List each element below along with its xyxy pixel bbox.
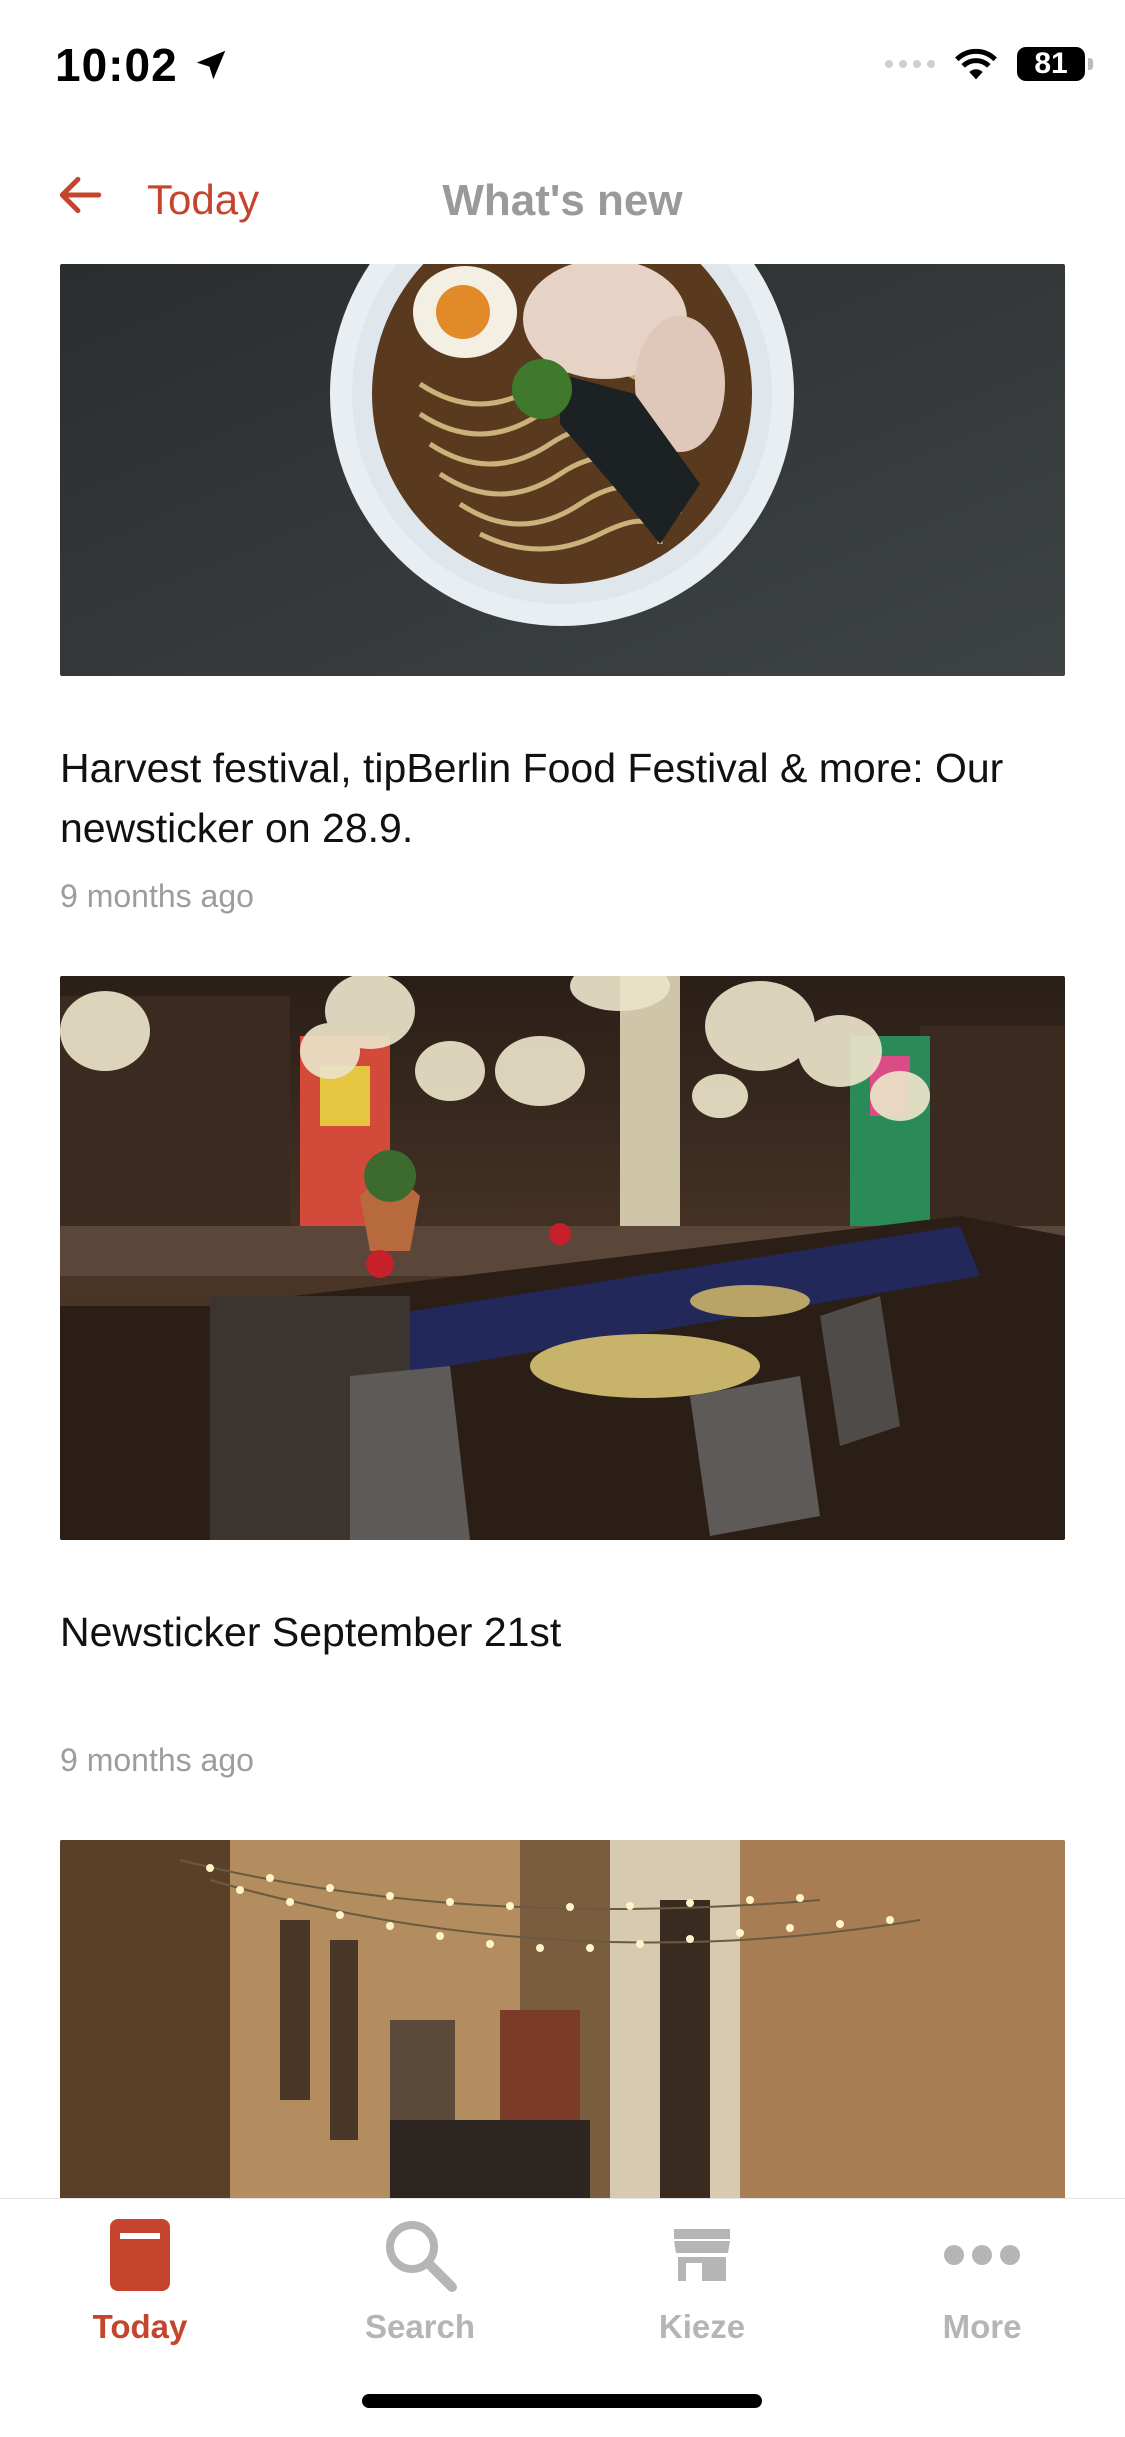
tab-more[interactable]: More [882, 2210, 1082, 2346]
tab-label: Kieze [658, 2308, 746, 2345]
courtyard-dining-photo [60, 1840, 1065, 2200]
battery-level: 81 [1034, 47, 1068, 80]
page-title: What's new [442, 176, 683, 225]
cell-signal-icon [885, 60, 935, 68]
tab-label: Search [364, 2308, 476, 2345]
status-indicators: 81 [885, 46, 1093, 82]
article-timestamp: 9 months ago [60, 878, 254, 914]
article-image-restaurant[interactable] [60, 976, 1065, 1540]
article-image-courtyard[interactable] [60, 1840, 1065, 2200]
home-indicator[interactable] [362, 2394, 762, 2408]
store-icon [674, 2229, 730, 2281]
tab-label: Today [92, 2308, 188, 2345]
status-time: 10:02 [55, 38, 230, 92]
tab-kieze[interactable]: Kieze [602, 2210, 802, 2346]
restaurant-interior-photo [60, 976, 1065, 1540]
battery-icon: 81 [1017, 47, 1093, 81]
location-arrow-icon [196, 50, 225, 80]
tab-search[interactable]: Search [320, 2210, 520, 2346]
ramen-bowl-photo [60, 264, 1065, 676]
tab-label: More [942, 2308, 1022, 2345]
tab-today[interactable]: Today [40, 2210, 240, 2346]
search-icon [386, 2221, 457, 2292]
wifi-icon [955, 48, 997, 80]
status-time-text: 10:02 [55, 39, 178, 91]
article-title[interactable]: Harvest festival, tipBerlin Food Festiva… [60, 738, 1065, 858]
article-title[interactable]: Newsticker September 21st [60, 1602, 1065, 1662]
more-dots-icon [944, 2245, 1020, 2265]
article-image-ramen[interactable] [60, 264, 1065, 676]
today-icon [110, 2219, 170, 2291]
article-timestamp: 9 months ago [60, 1742, 254, 1778]
